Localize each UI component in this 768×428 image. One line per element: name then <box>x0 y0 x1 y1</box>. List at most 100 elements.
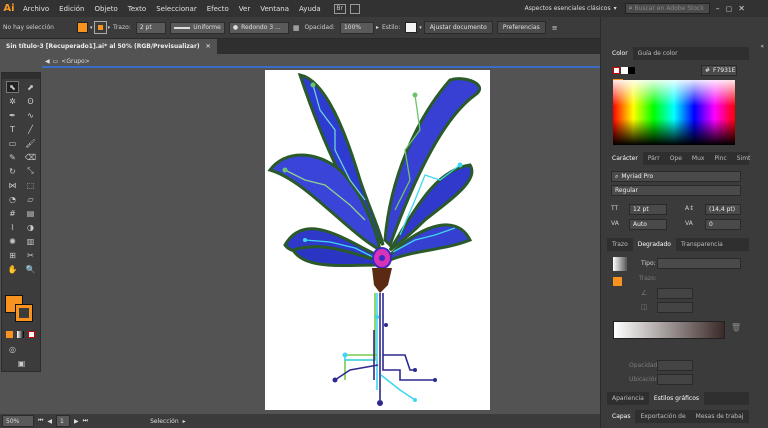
search-input[interactable]: ⌕ Buscar en Adobe Stock <box>624 3 710 14</box>
free-transform-tool-icon[interactable]: ⬚ <box>24 179 37 191</box>
font-search-field[interactable]: ⌕ Myriad Pro <box>611 171 741 182</box>
chevron-right-icon[interactable]: ▸ <box>183 418 186 425</box>
menu-objeto[interactable]: Objeto <box>90 5 123 13</box>
selection-tool-icon[interactable]: ⬉ <box>6 81 19 93</box>
back-arrow-icon[interactable]: ◀ <box>45 58 50 65</box>
tab-brushes[interactable]: Pinc <box>709 155 731 162</box>
paintbrush-tool-icon[interactable]: 🖌 <box>24 137 37 149</box>
tab-color[interactable]: Color <box>607 47 633 60</box>
fill-swatch[interactable] <box>77 22 88 33</box>
stroke-weight-field[interactable]: 2 pt <box>135 21 166 34</box>
angle-field[interactable] <box>657 288 693 299</box>
rectangle-tool-icon[interactable]: ▭ <box>6 137 19 149</box>
brush-options-icon[interactable]: ▦ <box>293 24 300 32</box>
minimize-icon[interactable]: – <box>716 4 720 13</box>
close-tab-icon[interactable]: ✕ <box>206 43 211 50</box>
tab-gradient[interactable]: Degradado <box>632 238 676 251</box>
color-spectrum[interactable] <box>613 80 735 145</box>
tab-mux[interactable]: Mux <box>687 155 710 162</box>
graph-tool-icon[interactable]: ▥ <box>24 235 37 247</box>
gradient-slider[interactable] <box>613 321 725 339</box>
tab-artboards[interactable]: Mesas de trabaj <box>691 413 749 420</box>
white-color-icon[interactable] <box>621 67 628 74</box>
color-mode-icon[interactable] <box>6 331 13 338</box>
gradient-fill-indicator[interactable] <box>613 277 622 286</box>
gradient-location-field[interactable] <box>657 374 693 385</box>
eyedropper-tool-icon[interactable]: ⌇ <box>6 221 19 233</box>
gradient-opacity-field[interactable] <box>657 360 693 371</box>
chevron-down-icon[interactable]: ▾ <box>90 25 93 31</box>
toolbar-grip[interactable] <box>2 73 40 79</box>
draw-mode-icon[interactable]: ◎ <box>6 343 19 355</box>
stroke-profile-select[interactable]: Uniforme <box>169 21 225 34</box>
gradient-mode-icon[interactable] <box>17 331 24 338</box>
zoom-tool-icon[interactable]: 🔍 <box>24 263 37 275</box>
scale-tool-icon[interactable]: ⤡ <box>24 165 37 177</box>
direct-selection-tool-icon[interactable]: ⬈ <box>24 81 37 93</box>
tab-asset-export[interactable]: Exportación de <box>635 413 690 420</box>
gradient-tool-icon[interactable]: ▤ <box>24 207 37 219</box>
opacity-field[interactable]: 100% <box>339 21 374 34</box>
artboard-number-field[interactable]: 1 <box>56 415 71 427</box>
font-style-select[interactable]: Regular <box>611 185 741 196</box>
tab-stroke[interactable]: Trazo <box>607 241 633 248</box>
tab-layers[interactable]: Capas <box>607 410 636 423</box>
mesh-tool-icon[interactable]: # <box>6 207 19 219</box>
width-tool-icon[interactable]: ⋈ <box>6 179 19 191</box>
rotate-tool-icon[interactable]: ↻ <box>6 165 19 177</box>
kerning-field[interactable]: Auto <box>629 219 667 230</box>
close-icon[interactable]: ✕ <box>738 4 745 13</box>
lasso-tool-icon[interactable]: ʘ <box>24 95 37 107</box>
style-swatch[interactable] <box>405 22 418 33</box>
chevron-down-icon[interactable]: ▾ <box>419 25 422 31</box>
tab-color-guide[interactable]: Guía de color <box>633 50 683 57</box>
menu-efecto[interactable]: Efecto <box>202 5 234 13</box>
bridge-icon[interactable]: Br <box>333 3 346 14</box>
curvature-tool-icon[interactable]: ∿ <box>24 109 37 121</box>
panel-menu-icon[interactable]: ≡ <box>552 24 558 32</box>
gradient-thumbnail[interactable] <box>613 257 627 271</box>
shaper-tool-icon[interactable]: ✎ <box>6 151 19 163</box>
screen-mode-icon[interactable]: ▣ <box>15 357 28 369</box>
last-page-icon[interactable]: ⏭ <box>83 417 88 425</box>
aspect-ratio-field[interactable] <box>657 302 693 313</box>
arrange-icon[interactable] <box>349 3 360 14</box>
tab-graphic-styles[interactable]: Estilos gráficos <box>648 392 705 405</box>
menu-seleccionar[interactable]: Seleccionar <box>151 5 202 13</box>
artboard[interactable] <box>265 70 490 410</box>
status-mode[interactable]: Selección <box>150 418 179 425</box>
next-page-icon[interactable]: ▶ <box>74 418 79 425</box>
prev-page-icon[interactable]: ◀ <box>47 418 52 425</box>
pen-tool-icon[interactable]: ✒ <box>6 109 19 121</box>
hex-field[interactable]: # F7931E <box>701 65 737 76</box>
trash-icon[interactable]: 🗑 <box>731 323 741 332</box>
menu-ayuda[interactable]: Ayuda <box>294 5 326 13</box>
leading-field[interactable]: (14,4 pt) <box>705 204 741 215</box>
document-setup-button[interactable]: Ajustar documento <box>423 21 493 34</box>
menu-archivo[interactable]: Archivo <box>18 5 54 13</box>
tab-opentype[interactable]: Ope <box>665 155 687 162</box>
preferences-button[interactable]: Preferencias <box>496 21 546 34</box>
menu-ver[interactable]: Ver <box>234 5 255 13</box>
zoom-select[interactable]: 50% <box>2 415 34 427</box>
black-color-icon[interactable] <box>628 67 635 74</box>
tab-appearance[interactable]: Apariencia <box>607 395 649 402</box>
magic-wand-tool-icon[interactable]: ✲ <box>6 95 19 107</box>
tracking-field[interactable]: 0 <box>705 219 741 230</box>
eraser-tool-icon[interactable]: ⌫ <box>24 151 37 163</box>
perspective-grid-tool-icon[interactable]: ▱ <box>24 193 37 205</box>
font-size-field[interactable]: 12 pt <box>629 204 667 215</box>
chevron-down-icon[interactable]: ▾ <box>614 5 617 12</box>
symbol-sprayer-tool-icon[interactable]: ✺ <box>6 235 19 247</box>
tab-character[interactable]: Carácter <box>607 152 643 165</box>
opacity-label[interactable]: Opacidad: <box>301 24 338 31</box>
menu-edicion[interactable]: Edición <box>54 5 89 13</box>
artboard-tool-icon[interactable]: ⊞ <box>6 249 19 261</box>
stroke-swatch[interactable] <box>93 21 107 34</box>
dock-collapse-icon[interactable]: « <box>760 43 764 50</box>
slice-tool-icon[interactable]: ✂ <box>24 249 37 261</box>
brush-select[interactable]: ● Redondo 3 ... <box>228 21 289 34</box>
shape-builder-tool-icon[interactable]: ◔ <box>6 193 19 205</box>
workspace-switcher[interactable]: Aspectos esenciales clásicos <box>525 5 611 12</box>
line-tool-icon[interactable]: ╱ <box>24 123 37 135</box>
